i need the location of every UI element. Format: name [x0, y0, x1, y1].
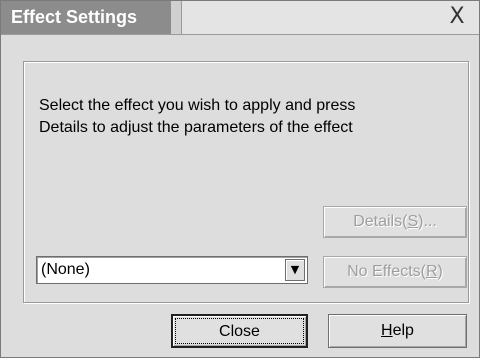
no-effects-mnemonic: R: [425, 263, 438, 280]
help-mnemonic: H: [381, 322, 393, 339]
no-effects-button[interactable]: No Effects(R): [323, 256, 467, 288]
help-label-rest: elp: [392, 322, 414, 339]
details-mnemonic: S: [407, 213, 419, 230]
close-icon[interactable]: X: [445, 5, 469, 29]
chevron-down-icon[interactable]: ▼: [285, 259, 305, 281]
effect-select-value: (None): [41, 261, 90, 278]
description-line-2: Details to adjust the parameters of the …: [39, 119, 353, 136]
no-effects-label-prefix: No Effects(: [347, 263, 426, 280]
description-text: Select the effect you wish to apply and …: [39, 95, 355, 139]
window-title: Effect Settings: [1, 1, 171, 34]
close-button[interactable]: Close: [171, 314, 308, 348]
description-line-1: Select the effect you wish to apply and …: [39, 97, 356, 114]
details-label-suffix: )...: [418, 213, 437, 230]
details-button[interactable]: Details(S)...: [323, 206, 467, 238]
effect-settings-dialog: Effect Settings X Select the effect you …: [0, 0, 480, 358]
help-button[interactable]: Help: [328, 314, 467, 348]
details-label-prefix: Details(: [353, 213, 408, 230]
no-effects-label-suffix: ): [437, 263, 443, 280]
title-bar: Effect Settings X: [1, 1, 479, 35]
effect-select[interactable]: (None) ▼: [36, 256, 308, 284]
title-tab-edge: [171, 1, 182, 34]
